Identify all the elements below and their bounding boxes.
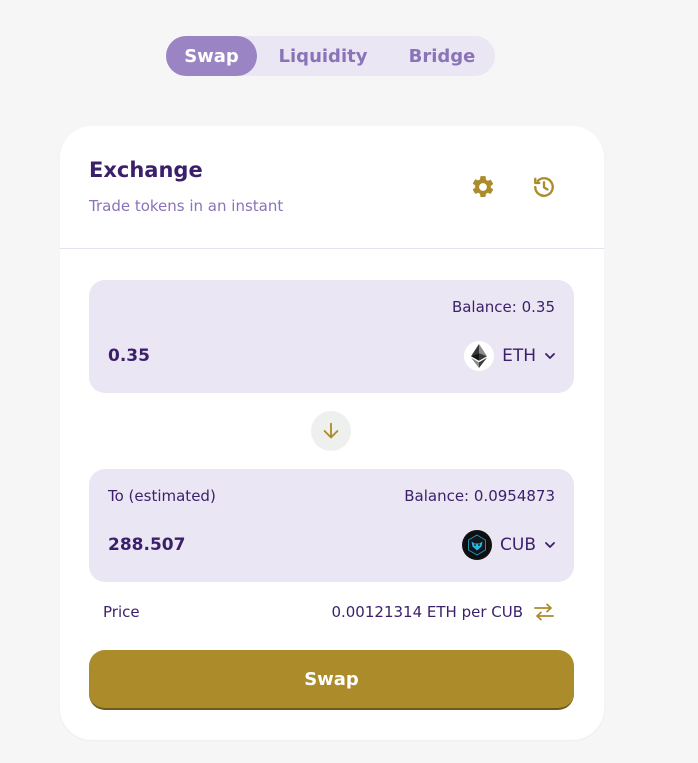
from-token-select[interactable]: ETH [464, 340, 556, 372]
swap-arrows-icon [534, 603, 554, 621]
card-title: Exchange [89, 158, 203, 182]
to-token-panel: To (estimated) Balance: 0.0954873 CUB [89, 469, 574, 582]
invert-price-button[interactable] [533, 603, 555, 621]
tab-swap[interactable]: Swap [166, 36, 257, 76]
swap-button[interactable]: Swap [89, 650, 574, 710]
price-value: 0.00121314 ETH per CUB [331, 603, 523, 621]
to-amount-input[interactable] [108, 535, 308, 555]
gear-icon [472, 176, 494, 197]
to-token-select[interactable]: CUB [462, 529, 556, 561]
chevron-down-icon [545, 353, 555, 359]
eth-icon [464, 341, 495, 371]
page: Swap Liquidity Bridge Exchange Trade tok… [0, 0, 698, 763]
to-token-symbol: CUB [500, 535, 536, 555]
exchange-card: Exchange Trade tokens in an instant Bala… [60, 126, 604, 740]
price-label: Price [103, 603, 140, 621]
to-balance: Balance: 0.0954873 [404, 487, 555, 505]
price-row: Price 0.00121314 ETH per CUB [103, 603, 555, 621]
chevron-down-icon [545, 542, 555, 548]
from-amount-input[interactable] [108, 346, 308, 366]
card-subtitle: Trade tokens in an instant [89, 197, 284, 215]
cub-icon [462, 530, 493, 560]
from-balance: Balance: 0.35 [451, 298, 555, 316]
arrow-down-icon [323, 422, 339, 439]
tab-bridge[interactable]: Bridge [389, 36, 495, 76]
price-value-wrap: 0.00121314 ETH per CUB [331, 603, 555, 621]
settings-button[interactable] [468, 172, 498, 202]
swap-liquidity-bridge-tabs: Swap Liquidity Bridge [166, 36, 495, 76]
from-token-panel: Balance: 0.35 ETH [89, 280, 574, 393]
tab-liquidity[interactable]: Liquidity [257, 36, 389, 76]
switch-direction-button[interactable] [311, 411, 351, 451]
to-label: To (estimated) [108, 487, 216, 505]
history-button[interactable] [529, 172, 559, 202]
card-header: Exchange Trade tokens in an instant [60, 126, 604, 249]
from-token-symbol: ETH [502, 346, 536, 366]
history-icon [534, 177, 554, 197]
